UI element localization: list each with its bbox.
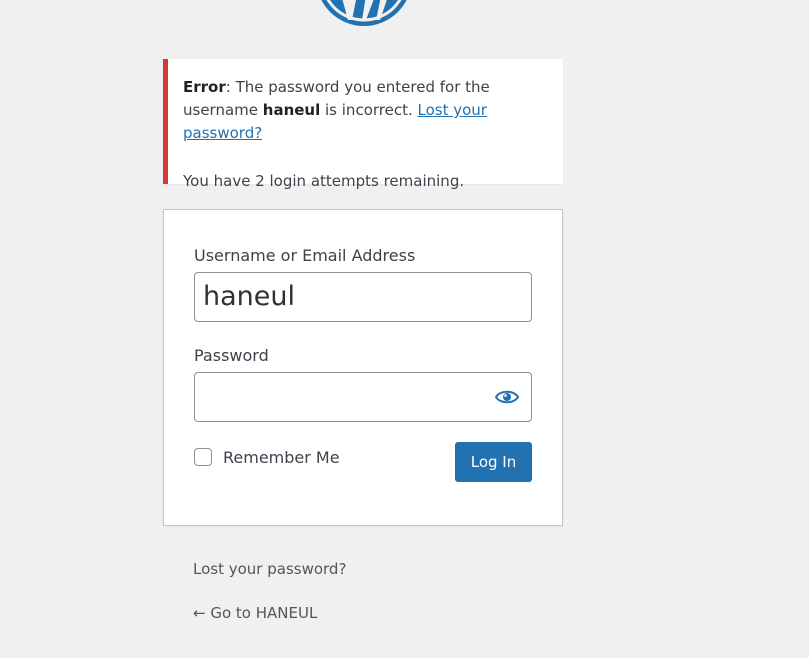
attempts-remaining-text: You have 2 login attempts remaining. [183, 172, 465, 190]
login-page: Error: The password you entered for the … [0, 0, 809, 658]
lost-password-link[interactable]: Lost your password? [193, 560, 346, 578]
error-message-part2: is incorrect. [320, 101, 418, 119]
username-value: haneul [203, 281, 295, 312]
remember-me-label[interactable]: Remember Me [223, 448, 340, 467]
wordpress-logo-icon[interactable] [314, 0, 414, 28]
login-form: Username or Email Address haneul Passwor… [163, 209, 563, 526]
back-to-site-link[interactable]: ← Go to HANEUL [193, 604, 317, 622]
remember-me-checkbox[interactable] [194, 448, 212, 466]
username-field[interactable]: haneul [194, 272, 532, 322]
eye-icon[interactable] [495, 388, 519, 406]
username-label: Username or Email Address [194, 246, 416, 265]
password-field[interactable] [194, 372, 532, 422]
login-error-notice: Error: The password you entered for the … [163, 59, 563, 190]
error-label: Error [183, 78, 226, 96]
login-button[interactable]: Log In [455, 442, 532, 482]
remember-me-row[interactable]: Remember Me [194, 446, 340, 468]
password-label: Password [194, 346, 269, 365]
error-username: haneul [262, 101, 321, 119]
